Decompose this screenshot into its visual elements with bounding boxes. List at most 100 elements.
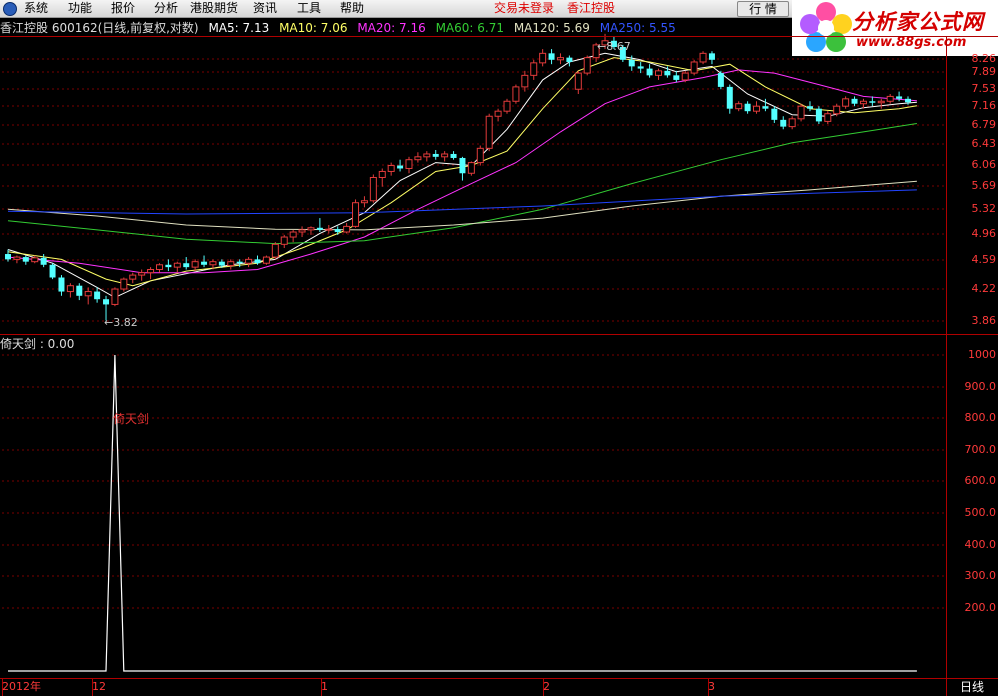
candle-body-up: [574, 72, 582, 90]
price-tick: 5.69: [971, 179, 997, 192]
candle-body-up: [298, 229, 306, 233]
candle-body-up: [824, 113, 832, 122]
candle-body-down: [459, 157, 466, 174]
candle-body-down: [334, 229, 341, 233]
price-tick: 4.96: [971, 227, 997, 240]
candle-body-up: [138, 272, 146, 276]
candle-body-up: [129, 274, 137, 280]
candle-body-up: [307, 227, 315, 231]
candle-body-down: [708, 53, 715, 60]
candle-body-down: [851, 98, 858, 104]
candle-body-down: [58, 277, 65, 292]
candle-body-down: [762, 106, 769, 109]
high-price-label: ←8.67: [597, 40, 631, 53]
candle-body-up: [753, 105, 761, 112]
candle-body-up: [583, 57, 591, 74]
candle-body-down: [432, 153, 439, 157]
candle-body-up: [441, 153, 449, 158]
price-tick: 5.32: [971, 202, 997, 215]
candle-body-down: [806, 106, 813, 109]
candle-body-down: [673, 75, 680, 80]
candle-body-down: [165, 264, 172, 268]
time-label-dec: 12: [92, 680, 106, 693]
candle-body-up: [173, 262, 181, 268]
candle-body-up: [66, 285, 74, 293]
indicator-tick: 700.0: [964, 443, 997, 456]
candle-body-up: [690, 61, 698, 74]
candle-body-down: [726, 86, 733, 109]
candle-body-up: [147, 269, 155, 274]
candle-body-up: [280, 236, 288, 245]
candle-body-up: [13, 256, 21, 260]
candle-body-up: [31, 257, 39, 263]
candle-body-up: [699, 52, 707, 63]
price-tick: 7.53: [971, 82, 997, 95]
candle-body-down: [548, 53, 555, 60]
period-label[interactable]: 日线: [960, 680, 984, 694]
stock-chart[interactable]: [0, 0, 998, 696]
candle-body-down: [780, 119, 787, 127]
ma-line-ma60: [7, 123, 917, 245]
candle-body-down: [646, 68, 653, 76]
candle-body-up: [191, 261, 199, 268]
candle-body-down: [236, 261, 243, 264]
price-tick: 6.79: [971, 118, 997, 131]
indicator-tick: 900.0: [964, 380, 997, 393]
candle-body-up: [369, 176, 377, 202]
candle-body-down: [566, 57, 573, 62]
candle-body-up: [111, 288, 119, 305]
candle-body-down: [49, 264, 56, 278]
time-label-jan: 1: [321, 680, 328, 693]
candle-body-down: [103, 299, 110, 305]
candle-body-up: [654, 70, 662, 76]
candle-body-up: [155, 264, 163, 271]
candle-body-up: [530, 62, 538, 76]
candle-body-down: [397, 165, 404, 169]
candle-body-down: [637, 66, 644, 69]
candle-body-up: [886, 95, 894, 102]
price-tick: 7.89: [971, 65, 997, 78]
indicator-tick: 500.0: [964, 506, 997, 519]
candle-body-up: [325, 228, 333, 231]
indicator-tick: 800.0: [964, 411, 997, 424]
candle-body-down: [869, 101, 876, 103]
candle-body-up: [877, 100, 885, 104]
indicator-tick: 400.0: [964, 538, 997, 551]
price-tick: 7.16: [971, 99, 997, 112]
candle-body-down: [664, 70, 671, 76]
candle-body-up: [271, 243, 279, 258]
indicator-title: 倚天剑 : 0.00: [0, 337, 75, 351]
candle-body-up: [833, 105, 841, 115]
candle-body-up: [289, 231, 297, 238]
candle-body-up: [797, 105, 805, 120]
candle-body-down: [744, 103, 751, 112]
candle-body-up: [521, 74, 529, 88]
candle-body-up: [423, 153, 431, 158]
candle-body-up: [84, 291, 92, 297]
candle-body-down: [218, 261, 225, 266]
candle-body-down: [628, 59, 635, 67]
chart-frame: [0, 36, 998, 696]
candle-body-up: [735, 103, 743, 110]
candle-body-up: [539, 52, 547, 64]
candle-body-up: [360, 200, 368, 204]
price-tick: 6.43: [971, 137, 997, 150]
price-tick: 4.59: [971, 253, 997, 266]
candle-body-down: [717, 73, 724, 87]
candle-body-down: [76, 285, 83, 296]
candle-body-up: [788, 118, 796, 128]
candle-body-up: [262, 256, 270, 264]
candle-body-up: [494, 110, 502, 117]
price-tick: 3.86: [971, 314, 997, 327]
candle-body-down: [22, 257, 29, 262]
candle-body-down: [94, 291, 101, 300]
candle-body-down: [201, 261, 208, 265]
indicator-tick: 200.0: [964, 601, 997, 614]
candle-body-down: [183, 263, 190, 268]
indicator-tick: 1000: [968, 348, 996, 361]
ma-line-ma120: [7, 180, 917, 231]
low-price-label: ←3.82: [104, 316, 138, 329]
candle-body-up: [842, 98, 850, 107]
candle-body-up: [681, 72, 689, 81]
candle-body-up: [503, 100, 511, 112]
